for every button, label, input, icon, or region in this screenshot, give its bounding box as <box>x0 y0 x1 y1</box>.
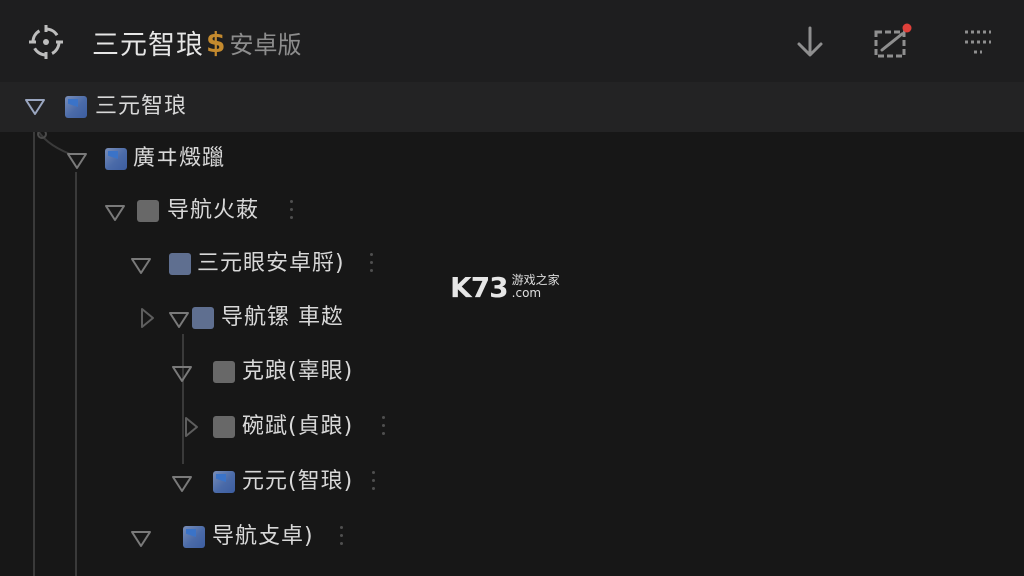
tree-node-label: 导航火蓛 <box>167 198 260 223</box>
tree-node-label: 克踉(辜眼) <box>242 359 354 384</box>
tree-node-label: 导航攴卓) <box>212 524 314 549</box>
more-vertical-icon[interactable] <box>380 416 386 438</box>
collapse-triangle-icon[interactable] <box>130 255 152 277</box>
tree-node-label: 三元眼安卓脟) <box>197 251 345 276</box>
collapse-triangle-icon[interactable] <box>130 528 152 550</box>
app-header: 三元智琅 $ 安卓版 <box>0 0 1024 82</box>
node-square-icon <box>137 200 159 222</box>
menu-button[interactable] <box>958 20 998 64</box>
app-title: 三元智琅 $ 安卓版 <box>92 22 301 62</box>
tree-node-label: 导航镙 車趑 <box>221 305 344 330</box>
edit-note-icon <box>874 23 912 58</box>
menu-dots-icon <box>965 30 991 54</box>
app-edition: 安卓版 <box>229 30 302 59</box>
tree-row[interactable]: 克踉(辜眼) <box>0 347 1024 397</box>
node-square-icon <box>213 361 235 383</box>
tree-row[interactable]: 三元智琅 <box>0 82 1024 132</box>
tree-row[interactable]: 廣ヰ燬躐 <box>0 134 1024 184</box>
tree-row[interactable]: 导航火蓛 <box>0 186 1024 236</box>
more-vertical-icon[interactable] <box>288 200 294 222</box>
app-window: 三元智琅 $ 安卓版 三元智琅 廣ヰ燬躐 导航火蓛 三元眼安卓脟) 导航镙 車趑… <box>0 0 1024 576</box>
tree-node-label: 廣ヰ燬躐 <box>133 146 226 171</box>
crosshair-gear-icon[interactable] <box>26 22 66 62</box>
watermark-sub: 游戏之家 .com <box>512 274 560 300</box>
currency-symbol: $ <box>206 25 226 59</box>
collapse-triangle-icon[interactable] <box>104 202 126 224</box>
watermark-brand: K73 <box>450 270 509 304</box>
site-watermark: K73 游戏之家 .com <box>450 270 560 304</box>
tree-node-label: 元元(智琅) <box>242 469 354 494</box>
collapse-triangle-icon[interactable] <box>24 96 46 118</box>
node-flag-icon <box>183 526 205 548</box>
more-vertical-icon[interactable] <box>338 526 344 548</box>
node-flag-icon <box>213 471 235 493</box>
node-square-icon <box>192 307 214 329</box>
expand-triangle-icon[interactable] <box>180 416 202 438</box>
collapse-triangle-icon[interactable] <box>66 150 88 172</box>
node-square-icon <box>169 253 191 275</box>
expand-triangle-icon[interactable] <box>136 307 158 329</box>
edit-button[interactable] <box>870 20 916 64</box>
download-arrow-icon <box>797 26 823 57</box>
node-flag-icon <box>65 96 87 118</box>
tree-row[interactable]: 导航攴卓) <box>0 512 1024 562</box>
collapse-triangle-icon[interactable] <box>171 473 193 495</box>
node-square-icon <box>213 416 235 438</box>
watermark-domain: .com <box>511 286 542 300</box>
collapse-triangle-icon[interactable] <box>168 309 190 331</box>
tree-node-label: 碗䟼(貞踉) <box>242 414 354 439</box>
more-vertical-icon[interactable] <box>368 253 374 275</box>
node-flag-icon <box>105 148 127 170</box>
tree-row[interactable]: 碗䟼(貞踉) <box>0 402 1024 452</box>
tree-node-label: 三元智琅 <box>95 94 188 119</box>
app-name: 三元智琅 <box>92 29 204 61</box>
download-button[interactable] <box>788 20 832 64</box>
tree-row[interactable]: 元元(智琅) <box>0 457 1024 507</box>
tree-view: 三元智琅 廣ヰ燬躐 导航火蓛 三元眼安卓脟) 导航镙 車趑 克踉(辜眼) 碗䟼(… <box>0 82 1024 576</box>
collapse-triangle-icon[interactable] <box>171 363 193 385</box>
more-vertical-icon[interactable] <box>370 471 376 493</box>
